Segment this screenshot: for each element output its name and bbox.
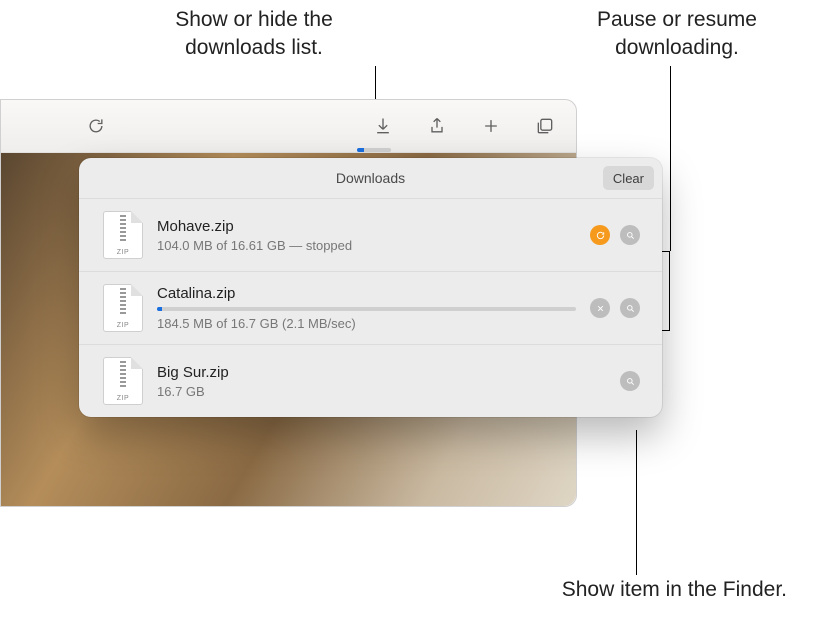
tab-overview-icon xyxy=(535,116,555,136)
popover-header: Downloads Clear xyxy=(79,158,662,198)
callout-downloads-toggle: Show or hide the downloads list. xyxy=(134,6,374,63)
callout-text: Show or hide the downloads list. xyxy=(175,8,333,59)
new-tab-button[interactable] xyxy=(474,111,508,141)
download-info: Mohave.zip 104.0 MB of 16.61 GB — stoppe… xyxy=(157,218,576,253)
downloads-progress-indicator xyxy=(357,148,391,152)
magnifier-icon xyxy=(625,303,636,314)
progress-bar xyxy=(157,307,576,311)
download-info: Big Sur.zip 16.7 GB xyxy=(157,364,606,399)
file-status: 184.5 MB of 16.7 GB (2.1 MB/sec) xyxy=(157,316,576,331)
file-status: 104.0 MB of 16.61 GB — stopped xyxy=(157,238,576,253)
downloads-button[interactable] xyxy=(366,111,400,141)
file-name: Catalina.zip xyxy=(157,285,576,302)
callout-pause-resume: Pause or resume downloading. xyxy=(557,6,797,63)
zip-file-icon: ZIP xyxy=(103,284,143,332)
reload-icon xyxy=(86,116,106,136)
toolbar xyxy=(1,100,576,153)
resume-button[interactable] xyxy=(590,225,610,245)
reveal-in-finder-button[interactable] xyxy=(620,225,640,245)
file-type-tag: ZIP xyxy=(117,249,129,256)
callout-line xyxy=(636,430,637,575)
zip-file-icon: ZIP xyxy=(103,211,143,259)
magnifier-icon xyxy=(625,376,636,387)
resume-icon xyxy=(595,230,606,241)
clear-button[interactable]: Clear xyxy=(603,166,654,190)
reload-button[interactable] xyxy=(79,111,113,141)
reveal-in-finder-button[interactable] xyxy=(620,298,640,318)
file-type-tag: ZIP xyxy=(117,322,129,329)
zip-file-icon: ZIP xyxy=(103,357,143,405)
reveal-in-finder-button[interactable] xyxy=(620,371,640,391)
file-type-tag: ZIP xyxy=(117,395,129,402)
share-icon xyxy=(427,116,447,136)
tab-overview-button[interactable] xyxy=(528,111,562,141)
stop-button[interactable] xyxy=(590,298,610,318)
callout-text: Show item in the Finder. xyxy=(562,578,787,601)
file-name: Big Sur.zip xyxy=(157,364,606,381)
download-row: ZIP Big Sur.zip 16.7 GB xyxy=(79,344,662,417)
downloads-icon xyxy=(373,116,393,136)
share-button[interactable] xyxy=(420,111,454,141)
popover-title: Downloads xyxy=(336,170,405,186)
file-name: Mohave.zip xyxy=(157,218,576,235)
callout-text: Pause or resume downloading. xyxy=(597,8,757,59)
download-row: ZIP Catalina.zip 184.5 MB of 16.7 GB (2.… xyxy=(79,271,662,344)
magnifier-icon xyxy=(625,230,636,241)
callout-line xyxy=(670,66,671,251)
download-row: ZIP Mohave.zip 104.0 MB of 16.61 GB — st… xyxy=(79,198,662,271)
download-info: Catalina.zip 184.5 MB of 16.7 GB (2.1 MB… xyxy=(157,285,576,331)
callout-show-in-finder: Show item in the Finder. xyxy=(447,576,787,604)
downloads-popover: Downloads Clear ZIP Mohave.zip 104.0 MB … xyxy=(79,158,662,417)
stop-icon xyxy=(595,303,606,314)
file-status: 16.7 GB xyxy=(157,384,606,399)
progress-fill xyxy=(157,307,162,311)
plus-icon xyxy=(481,116,501,136)
